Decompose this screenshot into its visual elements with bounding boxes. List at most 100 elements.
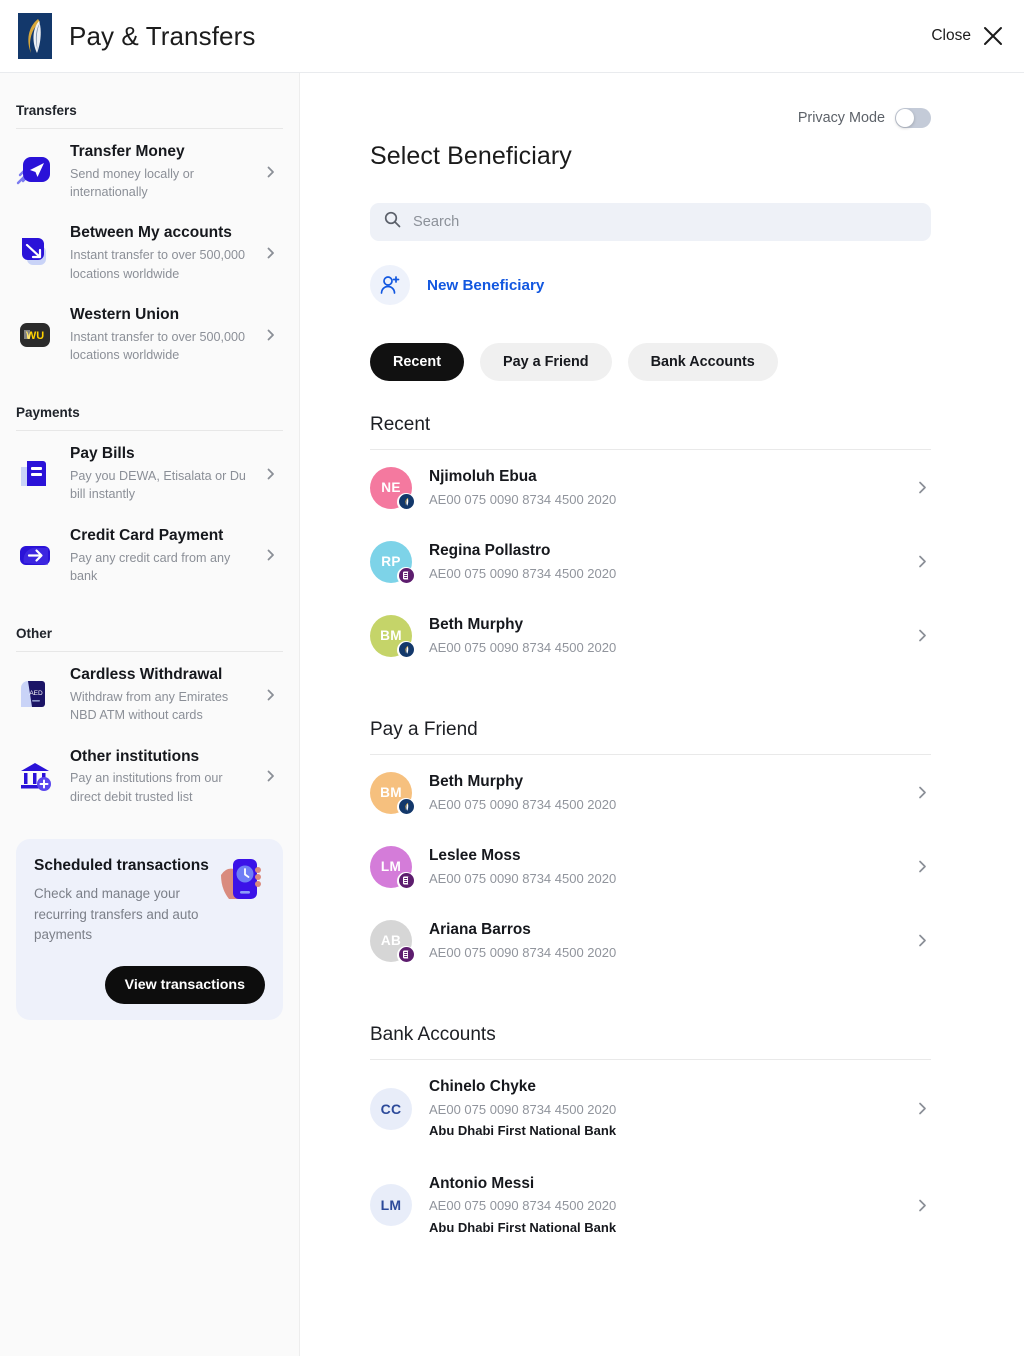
chevron-right-icon bbox=[265, 770, 277, 782]
beneficiary-name: Beth Murphy bbox=[429, 773, 524, 791]
avatar: LM bbox=[370, 845, 415, 890]
beneficiary-name: Ariana Barros bbox=[429, 921, 531, 939]
sidebar-section-transfers: Transfers bbox=[16, 73, 283, 129]
aed-card-icon: AED bbox=[16, 676, 54, 714]
card-badge-icon bbox=[397, 945, 415, 964]
beneficiary-row[interactable]: LM Leslee Moss AE00 075 0090 8734 4500 2… bbox=[370, 829, 931, 903]
select-beneficiary-title: Select Beneficiary bbox=[370, 142, 572, 170]
chevron-right-icon bbox=[265, 549, 277, 561]
sidebar-item-title: Pay Bills bbox=[70, 445, 135, 463]
emirates-nbd-logo bbox=[18, 13, 52, 59]
chevron-right-icon bbox=[916, 555, 929, 568]
promo-subtitle: Check and manage your recurring transfer… bbox=[34, 885, 199, 943]
privacy-mode-row: Privacy Mode bbox=[370, 73, 931, 128]
user-plus-icon bbox=[370, 265, 410, 305]
sidebar-item-pay-bills[interactable]: Pay Bills Pay you DEWA, Etisalata or Du … bbox=[16, 433, 283, 514]
new-beneficiary-button[interactable]: New Beneficiary bbox=[370, 265, 544, 305]
phone-clock-illustration bbox=[213, 853, 265, 905]
chevron-right-icon bbox=[916, 1199, 929, 1212]
privacy-mode-label: Privacy Mode bbox=[797, 110, 885, 126]
beneficiary-name: Leslee Moss bbox=[429, 847, 521, 865]
chevron-right-icon bbox=[916, 860, 929, 873]
toggle-knob bbox=[896, 109, 914, 127]
new-beneficiary-label: New Beneficiary bbox=[427, 276, 545, 294]
main-content: Privacy Mode Select Beneficiary New Bene… bbox=[300, 73, 1024, 1356]
chevron-right-icon bbox=[916, 629, 929, 642]
beneficiary-iban: AE00 075 0090 8734 4500 2020 bbox=[429, 1101, 617, 1117]
sidebar-item-between-my-accounts[interactable]: Between My accounts Instant transfer to … bbox=[16, 212, 283, 293]
chevron-right-icon bbox=[916, 786, 929, 799]
chip-bank-accounts[interactable]: Bank Accounts bbox=[627, 343, 778, 381]
chevron-right-icon bbox=[916, 481, 929, 494]
page-title: Pay & Transfers bbox=[69, 20, 256, 51]
search-input[interactable] bbox=[413, 203, 917, 241]
sidebar-item-title: Transfer Money bbox=[70, 143, 185, 160]
sidebar-item-western-union[interactable]: WU Western Union Instant transfer to ove… bbox=[16, 294, 283, 375]
beneficiary-name: Antonio Messi bbox=[429, 1174, 535, 1192]
transfer-arrow-icon bbox=[16, 234, 54, 272]
beneficiary-bank-name: Abu Dhabi First National Bank bbox=[429, 1219, 617, 1235]
beneficiary-row[interactable]: BM Beth Murphy AE00 075 0090 8734 4500 2… bbox=[370, 598, 931, 672]
beneficiary-iban: AE00 075 0090 8734 4500 2020 bbox=[429, 944, 617, 960]
group-heading-bank-accounts: Bank Accounts bbox=[370, 1024, 931, 1061]
beneficiary-row[interactable]: BM Beth Murphy AE00 075 0090 8734 4500 2… bbox=[370, 755, 931, 829]
chip-recent[interactable]: Recent bbox=[370, 343, 464, 381]
sidebar-item-transfer-money[interactable]: Transfer Money Send money locally or int… bbox=[16, 131, 283, 212]
paper-plane-icon bbox=[16, 153, 54, 191]
sidebar-item-other-institutions[interactable]: Other institutions Pay an institutions f… bbox=[16, 736, 283, 817]
beneficiary-iban: AE00 075 0090 8734 4500 2020 bbox=[429, 870, 617, 886]
scheduled-transactions-card: Scheduled transactions Check and manage … bbox=[16, 838, 283, 1021]
chevron-right-icon bbox=[916, 934, 929, 947]
sidebar-item-title: Credit Card Payment bbox=[70, 526, 224, 544]
sidebar-item-credit-card-payment[interactable]: Credit Card Payment Pay any credit card … bbox=[16, 515, 283, 596]
avatar: LM bbox=[370, 1184, 412, 1227]
search-icon bbox=[384, 211, 401, 233]
avatar: CC bbox=[370, 1087, 412, 1130]
sidebar-item-subtitle: Pay an institutions from our direct debi… bbox=[70, 771, 223, 804]
view-transactions-button[interactable]: View transactions bbox=[104, 966, 265, 1005]
avatar-initials: CC bbox=[370, 1087, 412, 1130]
arrow-right-card-icon bbox=[16, 536, 54, 574]
card-badge-icon bbox=[397, 566, 415, 585]
avatar: BM bbox=[370, 771, 415, 816]
beneficiary-iban: AE00 075 0090 8734 4500 2020 bbox=[429, 1198, 617, 1214]
bank-logo-badge-icon bbox=[397, 640, 415, 659]
beneficiary-row[interactable]: RP Regina Pollastro AE00 075 0090 8734 4… bbox=[370, 524, 931, 598]
chevron-right-icon bbox=[265, 468, 277, 480]
sidebar-item-cardless-withdrawal[interactable]: AED Cardless Withdrawal Withdraw from an… bbox=[16, 654, 283, 735]
sidebar-item-subtitle: Send money locally or internationally bbox=[70, 166, 194, 200]
filter-chips: Recent Pay a Friend Bank Accounts bbox=[370, 343, 931, 381]
promo-title: Scheduled transactions bbox=[34, 856, 209, 874]
avatar: AB bbox=[370, 919, 415, 964]
bank-plus-icon bbox=[16, 757, 54, 795]
beneficiary-row[interactable]: CC Chinelo Chyke AE00 075 0090 8734 4500… bbox=[370, 1060, 931, 1156]
bank-logo-badge-icon bbox=[397, 492, 415, 511]
western-union-icon: WU bbox=[16, 316, 54, 354]
sidebar-item-title: Between My accounts bbox=[70, 224, 232, 242]
chevron-right-icon bbox=[916, 1102, 929, 1115]
sidebar-item-subtitle: Instant transfer to over 500,000 locatio… bbox=[70, 248, 246, 281]
close-button[interactable]: Close bbox=[931, 25, 1004, 47]
beneficiary-iban: AE00 075 0090 8734 4500 2020 bbox=[429, 796, 617, 812]
chip-pay-a-friend[interactable]: Pay a Friend bbox=[480, 343, 612, 381]
privacy-mode-toggle[interactable] bbox=[895, 108, 931, 128]
beneficiary-row[interactable]: LM Antonio Messi AE00 075 0090 8734 4500… bbox=[370, 1157, 931, 1253]
beneficiary-name: Njimoluh Ebua bbox=[429, 468, 537, 485]
chevron-right-icon bbox=[265, 689, 277, 701]
avatar: NE bbox=[370, 466, 415, 511]
chevron-right-icon bbox=[265, 329, 277, 341]
sidebar-section-other: Other bbox=[16, 596, 283, 653]
avatar: BM bbox=[370, 614, 415, 659]
close-icon bbox=[982, 25, 1004, 47]
bank-logo-badge-icon bbox=[397, 797, 415, 816]
beneficiary-iban: AE00 075 0090 8734 4500 2020 bbox=[429, 639, 617, 655]
chevron-right-icon bbox=[265, 166, 277, 178]
beneficiary-row[interactable]: NE Njimoluh Ebua AE00 075 0090 8734 4500… bbox=[370, 450, 931, 524]
search-field[interactable] bbox=[370, 203, 931, 241]
beneficiary-row[interactable]: AB Ariana Barros AE00 075 0090 8734 4500… bbox=[370, 903, 931, 977]
sidebar: Transfers Transfer Money Send money loca… bbox=[0, 73, 300, 1356]
sidebar-item-subtitle: Withdraw from any Emirates NBD ATM witho… bbox=[70, 690, 229, 723]
close-label: Close bbox=[931, 27, 971, 44]
chevron-right-icon bbox=[265, 247, 277, 259]
beneficiary-name: Regina Pollastro bbox=[429, 542, 551, 560]
